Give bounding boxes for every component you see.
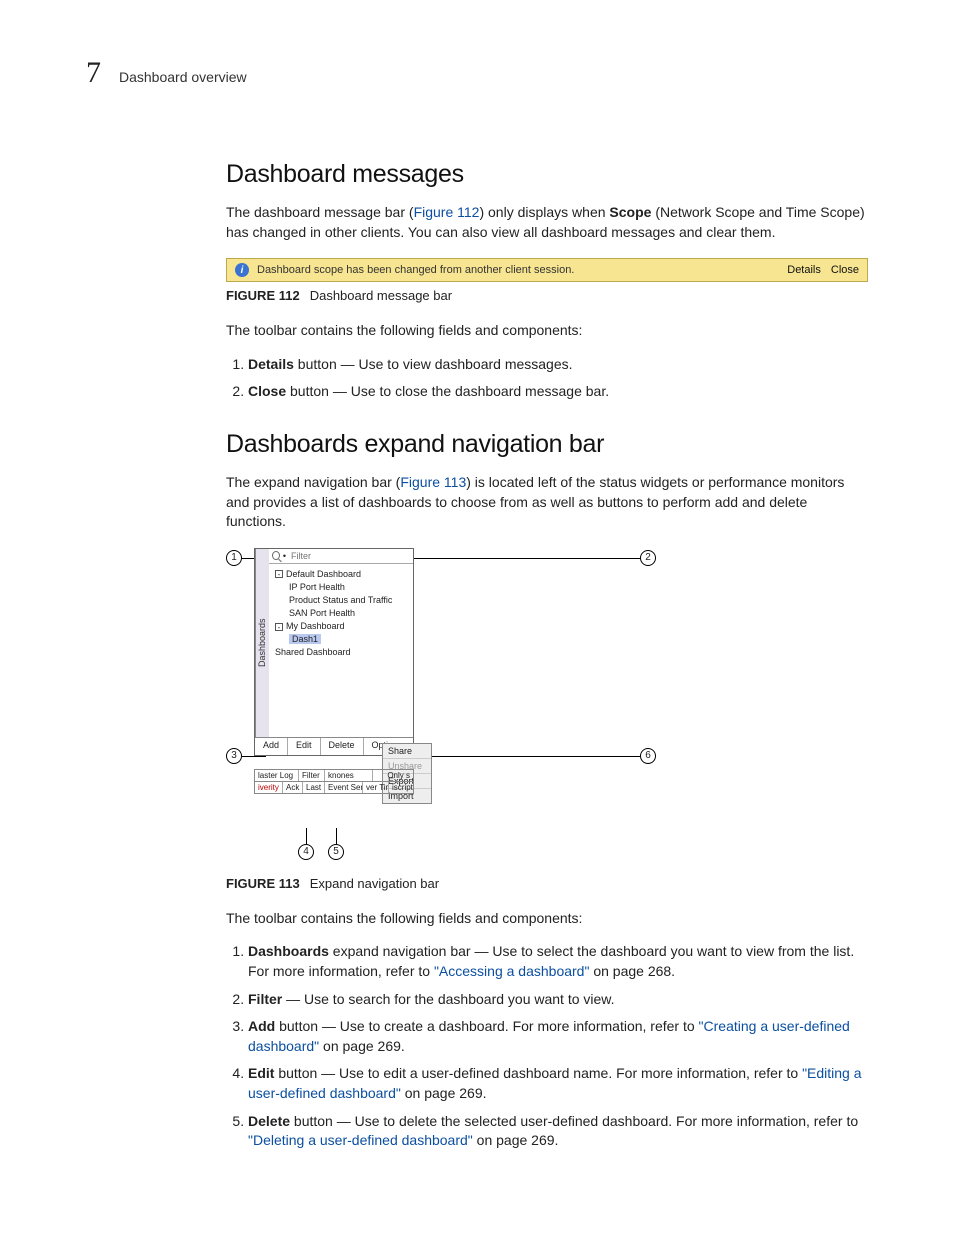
collapse-icon[interactable]: -	[275, 623, 283, 631]
running-title: Dashboard overview	[119, 69, 247, 85]
content-column: Dashboard messages The dashboard message…	[226, 160, 868, 1151]
toolbar-fields-intro-1: The toolbar contains the following field…	[226, 321, 868, 341]
text: button — Use to create a dashboard. For …	[275, 1018, 698, 1034]
filter-bullet: •	[283, 551, 286, 561]
info-icon: i	[235, 263, 249, 277]
text: on page 269.	[473, 1132, 559, 1148]
close-button[interactable]: Close	[831, 264, 859, 276]
details-button[interactable]: Details	[787, 264, 821, 276]
text: ) only displays when	[479, 204, 609, 220]
figure-112-caption: FIGURE 112 Dashboard message bar	[226, 288, 868, 303]
edit-button[interactable]: Edit	[288, 738, 321, 755]
text-bold: Filter	[248, 991, 282, 1007]
strip-cell: Event Ser	[325, 782, 363, 793]
tree-node-san-port-health[interactable]: SAN Port Health	[289, 607, 409, 620]
strip-cell: iverity	[255, 782, 283, 793]
list-item: Details button — Use to view dashboard m…	[248, 355, 868, 375]
running-header: 7 Dashboard overview	[86, 56, 868, 90]
figure-113-caption: FIGURE 113 Expand navigation bar	[226, 876, 868, 891]
options-share[interactable]: Share	[383, 744, 431, 759]
callout-6: 6	[640, 748, 656, 764]
list-item: Edit button — Use to edit a user-defined…	[248, 1064, 868, 1103]
list-item: Add button — Use to create a dashboard. …	[248, 1017, 868, 1056]
chapter-number: 7	[86, 56, 101, 90]
fields-list-1: Details button — Use to view dashboard m…	[248, 355, 868, 402]
figure-113-link[interactable]: Figure 113	[400, 474, 466, 490]
tree-node-product-status[interactable]: Product Status and Traffic	[289, 594, 409, 607]
text-bold: Add	[248, 1018, 275, 1034]
dashboards-tab[interactable]: Dashboards	[255, 549, 269, 737]
text: The expand navigation bar (	[226, 474, 400, 490]
callout-5: 5	[328, 844, 344, 860]
figure-113: 1 2 3 6 4 5 Dashboards •	[226, 548, 656, 842]
filter-input[interactable]	[289, 551, 410, 561]
page: 7 Dashboard overview Dashboard messages …	[0, 0, 954, 1239]
collapse-icon[interactable]: -	[275, 570, 283, 578]
strip-cell: laster Log	[255, 770, 299, 781]
figure-112: i Dashboard scope has been changed from …	[226, 258, 868, 282]
message-text: Dashboard scope has been changed from an…	[257, 264, 779, 276]
figure-number: FIGURE 113	[226, 876, 300, 891]
para-dashboard-messages-intro: The dashboard message bar (Figure 112) o…	[226, 203, 868, 242]
para-expand-nav-intro: The expand navigation bar (Figure 113) i…	[226, 473, 868, 532]
callout-3: 3	[226, 748, 242, 764]
deleting-dashboard-link[interactable]: "Deleting a user-defined dashboard"	[248, 1132, 473, 1148]
figure-112-link[interactable]: Figure 112	[414, 204, 480, 220]
callout-2: 2	[640, 550, 656, 566]
strip-cell: Only s	[373, 770, 413, 781]
text: button — Use to edit a user-defined dash…	[274, 1065, 802, 1081]
background-strips: laster Log Filter knones Only s iverity …	[254, 769, 414, 794]
list-item: Dashboards expand navigation bar — Use t…	[248, 942, 868, 981]
figure-number: FIGURE 112	[226, 288, 300, 303]
text-bold: Details	[248, 356, 294, 372]
figure-title: Dashboard message bar	[310, 288, 452, 303]
text: The dashboard message bar (	[226, 204, 414, 220]
strip-cell: Last	[303, 782, 325, 793]
text: on page 269.	[319, 1038, 405, 1054]
expand-nav-panel: Dashboards • -Default Dashboard IP Port …	[254, 548, 632, 810]
callout-4: 4	[298, 844, 314, 860]
add-button[interactable]: Add	[255, 738, 288, 755]
strip-cell: Ack	[283, 782, 303, 793]
list-item: Close button — Use to close the dashboar…	[248, 382, 868, 402]
text: on page 269.	[401, 1085, 487, 1101]
filter-row: •	[269, 549, 413, 564]
text: button — Use to view dashboard messages.	[294, 356, 573, 372]
accessing-dashboard-link[interactable]: "Accessing a dashboard"	[434, 963, 589, 979]
tree-node-ip-port-health[interactable]: IP Port Health	[289, 581, 409, 594]
tree-node-dash1-selected[interactable]: Dash1	[289, 634, 321, 644]
strip-cell: knones	[325, 770, 373, 781]
strip-cell: Filter	[299, 770, 325, 781]
text: button — Use to delete the selected user…	[290, 1113, 858, 1129]
search-icon	[272, 551, 280, 560]
text-bold: Edit	[248, 1065, 274, 1081]
dashboard-message-bar: i Dashboard scope has been changed from …	[226, 258, 868, 282]
strip-cell: ver Tim	[363, 782, 389, 793]
text-bold-scope: Scope	[609, 204, 651, 220]
text-bold: Dashboards	[248, 943, 329, 959]
figure-title: Expand navigation bar	[310, 876, 439, 891]
tree-node-my-dashboard[interactable]: My Dashboard	[286, 621, 345, 631]
text-bold: Close	[248, 383, 286, 399]
tree-node-shared-dashboard[interactable]: Shared Dashboard	[275, 646, 409, 659]
text: button — Use to close the dashboard mess…	[286, 383, 609, 399]
text-bold: Delete	[248, 1113, 290, 1129]
text: — Use to search for the dashboard you wa…	[282, 991, 614, 1007]
callout-1: 1	[226, 550, 242, 566]
strip-cell: iscriptic	[389, 782, 413, 793]
delete-button[interactable]: Delete	[321, 738, 364, 755]
list-item: Delete button — Use to delete the select…	[248, 1112, 868, 1151]
text: on page 268.	[589, 963, 675, 979]
list-item: Filter — Use to search for the dashboard…	[248, 990, 868, 1010]
tree-node-default-dashboard[interactable]: Default Dashboard	[286, 569, 361, 579]
heading-expand-nav-bar: Dashboards expand navigation bar	[226, 430, 868, 459]
fields-list-2: Dashboards expand navigation bar — Use t…	[248, 942, 868, 1150]
dashboard-tree[interactable]: -Default Dashboard IP Port Health Produc…	[269, 564, 413, 733]
heading-dashboard-messages: Dashboard messages	[226, 160, 868, 189]
toolbar-fields-intro-2: The toolbar contains the following field…	[226, 909, 868, 929]
